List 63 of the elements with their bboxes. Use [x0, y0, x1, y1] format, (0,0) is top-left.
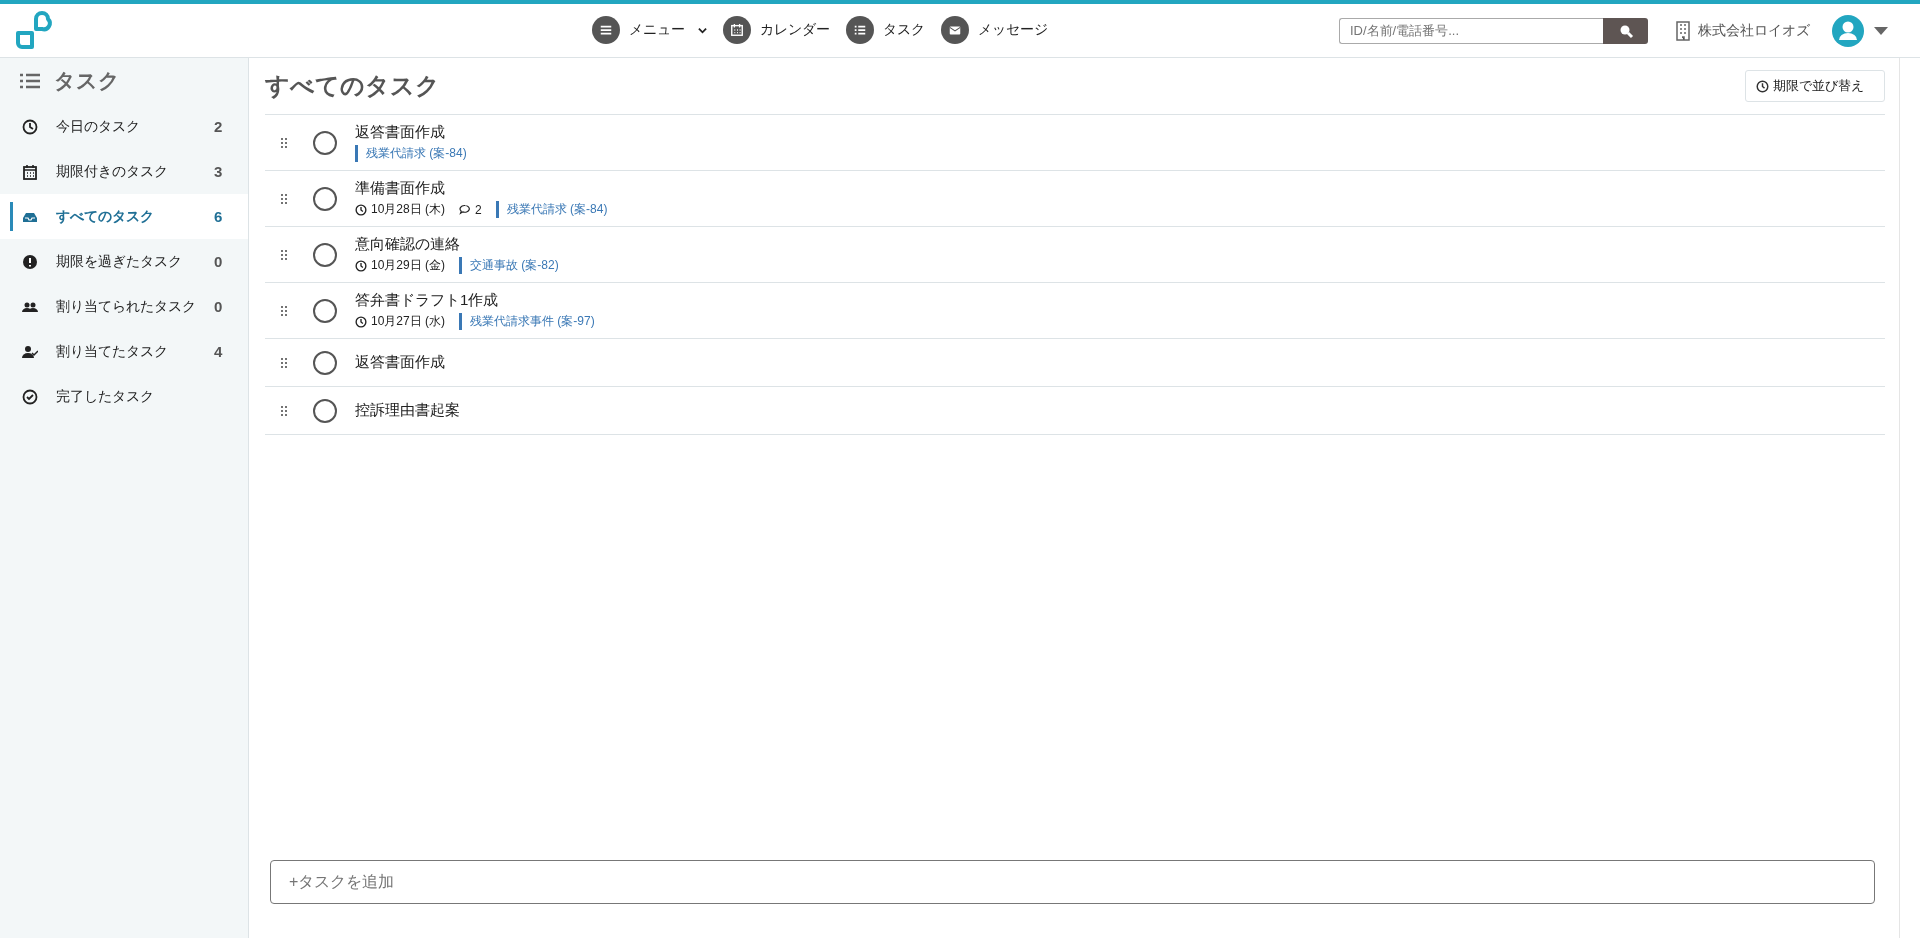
caret-icon[interactable]: [1874, 25, 1888, 36]
due-date: 10月27日 (水): [371, 313, 446, 330]
sidebar-item[interactable]: 割り当てたタスク 4: [0, 329, 248, 374]
sidebar-item[interactable]: 割り当てられたタスク 0: [0, 284, 248, 329]
task-title[interactable]: 意向確認の連絡: [355, 235, 559, 254]
nav-link[interactable]: メッセージ: [941, 16, 1048, 44]
task-checkbox[interactable]: [313, 242, 337, 267]
search-field[interactable]: ID/名前/電話番号...: [1339, 17, 1603, 44]
case-link[interactable]: 交通事故 (案-82): [459, 257, 559, 274]
nav-link[interactable]: タスク: [846, 16, 925, 44]
sidebar-item[interactable]: 完了したタスク: [0, 374, 248, 419]
page-title: すべてのタスク: [265, 71, 440, 101]
case-link[interactable]: 残業代請求 (案-84): [495, 201, 608, 218]
task-title[interactable]: 答弁書ドラフト1作成: [355, 291, 595, 310]
nav-link[interactable]: メニュー: [592, 16, 707, 44]
case-link[interactable]: 残業代請求 (案-84): [355, 145, 467, 162]
drag-handle-icon[interactable]: [281, 193, 287, 204]
list-icon: [20, 73, 40, 89]
due-date: 10月28日 (木): [371, 201, 446, 218]
sidebar-item-icon: [22, 343, 38, 360]
company-name: 株式会社ロイオズ: [1698, 21, 1810, 40]
sidebar-item-icon: [22, 253, 38, 270]
sidebar-item[interactable]: すべてのタスク 6: [0, 194, 248, 239]
task-title[interactable]: 返答書面作成: [355, 123, 467, 142]
task-checkbox[interactable]: [313, 186, 337, 211]
clock-icon: [355, 259, 367, 272]
nav-icon: [592, 16, 620, 44]
case-link[interactable]: 残業代請求事件 (案-97): [459, 313, 595, 330]
sidebar-item-icon: [22, 118, 38, 135]
avatar-icon[interactable]: [1832, 14, 1864, 47]
drag-handle-icon[interactable]: [281, 305, 287, 316]
sort-button[interactable]: 期限で並び替え: [1745, 70, 1885, 102]
drag-handle-icon[interactable]: [281, 357, 287, 368]
task-checkbox[interactable]: [313, 350, 337, 375]
clock-icon: [1756, 79, 1769, 93]
sidebar-item[interactable]: 今日のタスク 2: [0, 104, 248, 149]
drag-handle-icon[interactable]: [281, 249, 287, 260]
sidebar-item-icon: [22, 163, 38, 180]
sidebar-item-icon: [22, 388, 38, 405]
clock-icon: [355, 203, 367, 216]
sidebar-item[interactable]: 期限を過ぎたタスク 0: [0, 239, 248, 284]
speech-bubble-icon: [459, 203, 472, 216]
nav-icon: [846, 16, 874, 44]
task-checkbox[interactable]: [313, 398, 337, 423]
comment-count: 2: [475, 202, 482, 217]
add-task-field[interactable]: +タスクを追加: [270, 860, 1875, 904]
sidebar-title: タスク: [54, 68, 120, 94]
drag-handle-icon[interactable]: [281, 405, 287, 416]
task-checkbox[interactable]: [313, 130, 337, 155]
drag-handle-icon[interactable]: [281, 137, 287, 148]
clock-icon: [355, 315, 367, 328]
sidebar-item[interactable]: 期限付きのタスク 3: [0, 149, 248, 194]
nav-icon: [723, 16, 751, 44]
due-date: 10月29日 (金): [371, 257, 446, 274]
nav-icon: [941, 16, 969, 44]
task-title[interactable]: 返答書面作成: [355, 353, 445, 372]
building-icon: [1676, 20, 1690, 41]
nav-link[interactable]: カレンダー: [723, 16, 830, 44]
task-checkbox[interactable]: [313, 298, 337, 323]
logo-icon: [14, 10, 54, 51]
search-button[interactable]: [1603, 17, 1648, 44]
task-title[interactable]: 控訴理由書起案: [355, 401, 460, 420]
task-title[interactable]: 準備書面作成: [355, 179, 608, 198]
